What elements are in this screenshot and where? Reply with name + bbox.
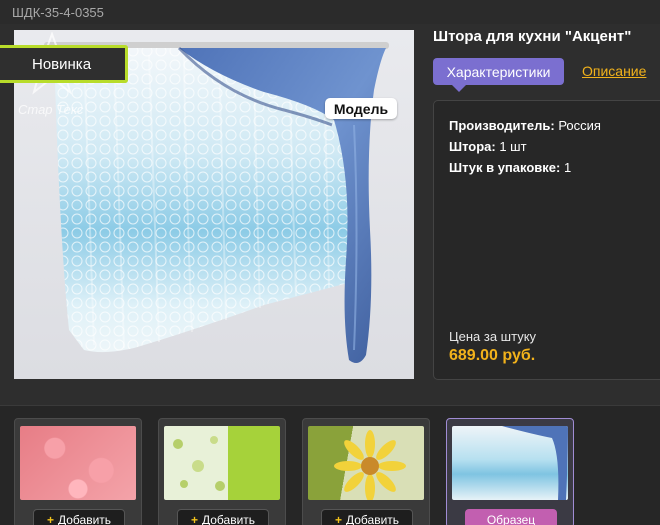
spec-curtain: Штора: 1 шт [449,139,527,154]
thumbnail-card-selected[interactable]: Образец [446,418,574,525]
tab-pointer [452,85,466,92]
plus-icon: + [334,513,342,525]
plus-icon: + [190,513,198,525]
tab-description[interactable]: Описание [582,63,646,79]
add-button-label: Добавить [57,513,112,525]
spec-value: 1 [563,160,572,175]
thumbnail-card[interactable]: + Добавить [158,418,286,525]
thumbnail-card[interactable]: + Добавить [302,418,430,525]
sunflower-icon [334,430,406,500]
add-button[interactable]: + Добавить [177,509,269,525]
brand-watermark: Стар Текс [18,102,84,117]
top-bar: ШДК-35-4-0355 [0,0,660,24]
plus-icon: + [46,513,54,525]
thumbnail-image[interactable] [452,426,568,500]
add-button-label: Добавить [201,513,256,525]
spec-value: 1 шт [499,139,527,154]
spec-value: Россия [558,118,601,133]
new-badge-label: Новинка [32,55,92,73]
tab-characteristics[interactable]: Характеристики [433,58,564,85]
sample-button[interactable]: Образец [465,509,557,525]
product-title: Штора для кухни "Акцент" [433,28,632,45]
add-button[interactable]: + Добавить [321,509,413,525]
spec-label: Штук в упаковке: [449,160,561,175]
spec-pack: Штук в упаковке: 1 [449,160,571,175]
price-label: Цена за штуку [449,329,537,344]
thumbnail-image[interactable] [164,426,280,500]
fabric-dots [173,436,225,491]
thumbnail-card[interactable]: + Добавить [14,418,142,525]
specs-panel: Производитель: Россия Штора: 1 шт Штук в… [433,100,660,380]
product-sku: ШДК-35-4-0355 [12,5,104,20]
price-value: 689.00 руб. [449,347,536,364]
thumbnail-image[interactable] [20,426,136,500]
spec-manufacturer: Производитель: Россия [449,118,601,133]
model-tag: Модель [325,98,397,119]
thumbnail-image[interactable] [308,426,424,500]
curtain-thumb [502,426,568,500]
add-button-label: Добавить [345,513,400,525]
spec-label: Штора: [449,139,496,154]
new-badge: Новинка [0,45,128,83]
spec-label: Производитель: [449,118,555,133]
add-button[interactable]: + Добавить [33,509,125,525]
